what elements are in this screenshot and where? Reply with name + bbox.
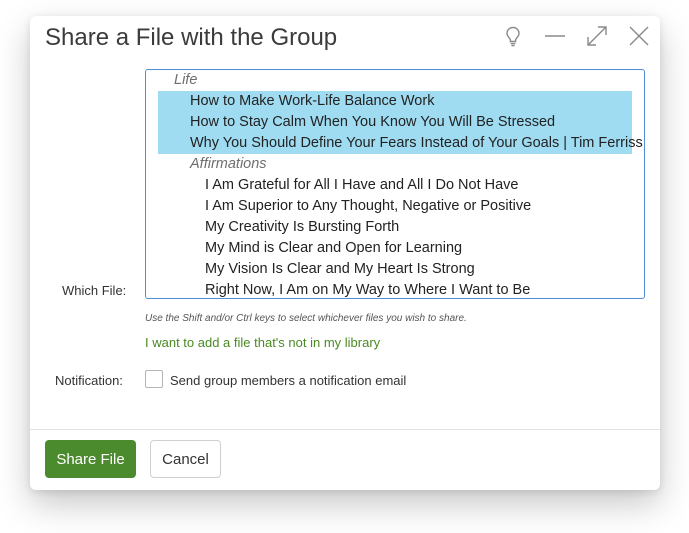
- notification-checkbox[interactable]: [145, 370, 163, 388]
- share-file-button[interactable]: Share File: [45, 440, 136, 478]
- title-bar-controls: [482, 25, 650, 47]
- selection-hint: Use the Shift and/or Ctrl keys to select…: [145, 313, 467, 324]
- close-icon[interactable]: [628, 25, 650, 47]
- add-file-link[interactable]: I want to add a file that's not in my li…: [145, 335, 380, 350]
- file-option[interactable]: How to Make Work-Life Balance Work: [190, 91, 434, 112]
- file-listbox[interactable]: Life How to Make Work-Life Balance Work …: [145, 69, 645, 299]
- file-option[interactable]: I Am Superior to Any Thought, Negative o…: [205, 196, 531, 217]
- minimize-icon[interactable]: [544, 25, 566, 47]
- optgroup-affirmations: Affirmations: [190, 156, 267, 172]
- file-option[interactable]: Right Now, I Am on My Way to Where I Wan…: [205, 280, 530, 298]
- expand-icon[interactable]: [586, 25, 608, 47]
- file-option[interactable]: My Mind is Clear and Open for Learning: [205, 238, 462, 259]
- file-option[interactable]: Why You Should Define Your Fears Instead…: [190, 133, 643, 154]
- optgroup-life: Life: [174, 72, 198, 88]
- cancel-button[interactable]: Cancel: [150, 440, 221, 478]
- file-option[interactable]: I Am Grateful for All I Have and All I D…: [205, 175, 519, 196]
- lightbulb-icon[interactable]: [502, 25, 524, 47]
- which-file-label: Which File:: [62, 283, 127, 298]
- file-option[interactable]: My Vision Is Clear and My Heart Is Stron…: [205, 259, 475, 280]
- notification-checkbox-label[interactable]: Send group members a notification email: [170, 373, 406, 388]
- share-file-dialog: Share a File with the Group Which File: …: [30, 16, 660, 490]
- notification-label: Notification:: [55, 373, 123, 388]
- dialog-title: Share a File with the Group: [45, 24, 338, 51]
- file-option[interactable]: My Creativity Is Bursting Forth: [205, 217, 399, 238]
- file-option[interactable]: How to Stay Calm When You Know You Will …: [190, 112, 555, 133]
- footer-divider: [30, 429, 660, 430]
